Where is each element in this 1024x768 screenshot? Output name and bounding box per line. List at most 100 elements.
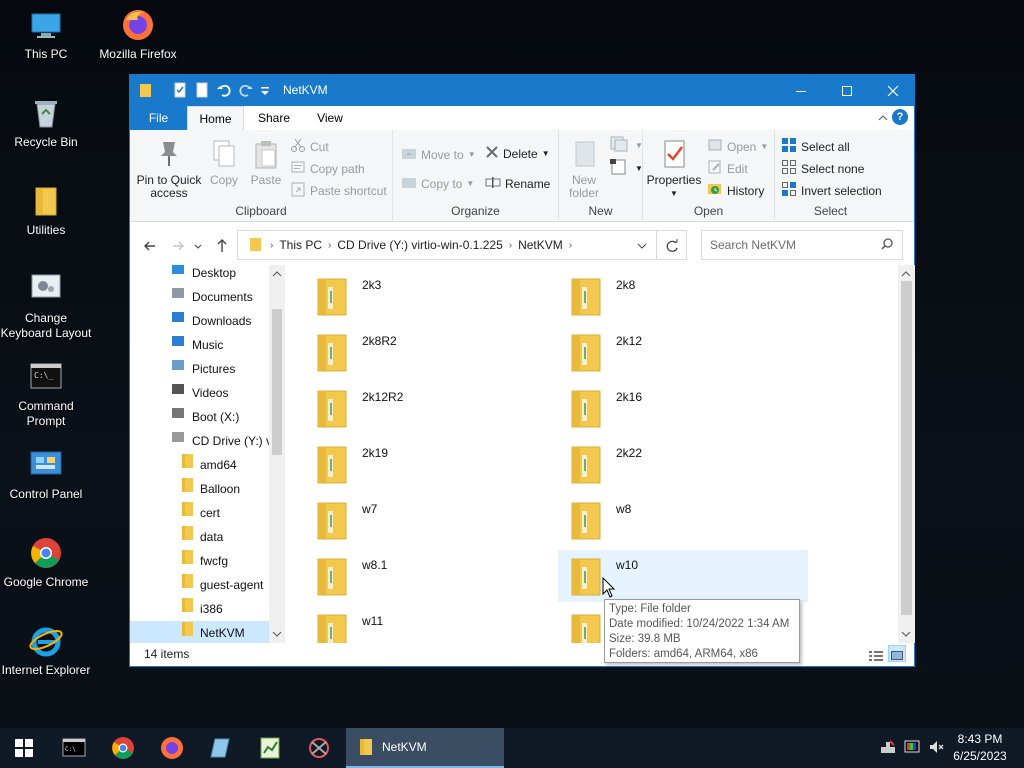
delete-button[interactable]: Delete ▼ xyxy=(485,145,550,162)
close-button[interactable] xyxy=(870,75,916,106)
taskbar-chrome[interactable] xyxy=(99,728,147,768)
nav-item[interactable]: Videos xyxy=(130,381,269,405)
desktop-icon-recycle-bin[interactable]: Recycle Bin xyxy=(0,96,92,150)
customize-qat-chevron-icon[interactable] xyxy=(260,82,270,98)
folder-tile[interactable]: 2k8R2 xyxy=(304,326,554,378)
cut-button[interactable]: Cut xyxy=(290,137,329,156)
navigation-pane-scrollbar[interactable] xyxy=(269,265,285,643)
address-history-button[interactable] xyxy=(627,230,657,260)
nav-item[interactable]: Desktop xyxy=(130,265,269,285)
folder-tile[interactable]: w7 xyxy=(304,494,554,546)
tab-view[interactable]: View xyxy=(304,106,356,130)
properties-button[interactable]: Properties ▼ xyxy=(645,138,703,200)
nav-item[interactable]: NetKVM xyxy=(130,621,269,643)
copy-to-button[interactable]: Copy to ▼ xyxy=(401,174,474,193)
scrollbar-thumb[interactable] xyxy=(272,309,282,455)
taskbar-task-manager[interactable] xyxy=(246,728,294,768)
move-to-button[interactable]: Move to ▼ xyxy=(401,145,476,164)
paste-button[interactable]: Paste xyxy=(247,138,285,187)
desktop-icon-firefox[interactable]: Mozilla Firefox xyxy=(92,8,184,62)
nav-item[interactable]: guest-agent xyxy=(130,573,269,597)
select-none-button[interactable]: Select none xyxy=(781,159,864,178)
folder-tile[interactable]: w8.1 xyxy=(304,550,554,602)
details-view-button[interactable] xyxy=(868,647,884,671)
nav-item[interactable]: Balloon xyxy=(130,477,269,501)
folder-tile[interactable]: 2k12 xyxy=(558,326,808,378)
new-item-button[interactable]: ▼ xyxy=(609,135,643,156)
history-button[interactable]: History xyxy=(707,181,764,200)
invert-selection-button[interactable]: Invert selection xyxy=(781,181,882,200)
maximize-button[interactable] xyxy=(824,75,870,106)
folder-tile[interactable]: w11 xyxy=(304,606,554,643)
properties-qat-icon[interactable] xyxy=(172,82,188,98)
nav-item[interactable]: i386 xyxy=(130,597,269,621)
pin-to-quick-access-button[interactable]: Pin to Quick access xyxy=(136,138,202,200)
nav-item[interactable]: Downloads xyxy=(130,309,269,333)
up-button[interactable] xyxy=(212,236,232,256)
start-button[interactable] xyxy=(0,728,48,768)
desktop-icon-keyboard-layout[interactable]: Change Keyboard Layout xyxy=(0,272,92,341)
breadcrumb-netkvm[interactable]: NetKVM xyxy=(518,238,563,252)
nav-item[interactable]: Boot (X:) xyxy=(130,405,269,429)
forward-button[interactable] xyxy=(168,236,188,256)
nav-item[interactable]: cert xyxy=(130,501,269,525)
recent-locations-button[interactable] xyxy=(192,236,204,256)
edit-button[interactable]: Edit xyxy=(707,159,748,178)
folder-tile[interactable]: w10 xyxy=(558,550,808,602)
desktop-icon-utilities[interactable]: Utilities xyxy=(0,184,92,238)
clock[interactable]: 8:43 PM 6/25/2023 xyxy=(946,731,1014,765)
refresh-button[interactable] xyxy=(657,230,687,260)
folder-tile[interactable]: 2k19 xyxy=(304,438,554,490)
new-folder-qat-icon[interactable] xyxy=(194,82,210,98)
open-button[interactable]: Open ▼ xyxy=(707,137,768,156)
scrollbar-thumb[interactable] xyxy=(901,281,912,615)
nav-item[interactable]: CD Drive (Y:) vi xyxy=(130,429,275,453)
folder-tile[interactable]: w8 xyxy=(558,494,808,546)
desktop-icon-chrome[interactable]: Google Chrome xyxy=(0,536,92,590)
easy-access-button[interactable]: ▼ xyxy=(609,158,643,179)
breadcrumb-this-pc[interactable]: This PC xyxy=(279,238,322,252)
back-button[interactable] xyxy=(140,236,160,256)
ribbon-collapse-chevron-icon[interactable] xyxy=(876,106,890,130)
title-bar[interactable]: NetKVM xyxy=(130,75,914,106)
minimize-button[interactable] xyxy=(778,75,824,106)
undo-icon[interactable] xyxy=(216,82,232,98)
folder-tile[interactable]: 2k12R2 xyxy=(304,382,554,434)
nav-item[interactable]: amd64 xyxy=(130,453,269,477)
tab-home[interactable]: Home xyxy=(187,106,244,130)
display-settings-icon[interactable] xyxy=(904,739,922,758)
nav-item[interactable]: fwcfg xyxy=(130,549,269,573)
file-list-scrollbar[interactable] xyxy=(898,265,915,643)
nav-item[interactable]: Documents xyxy=(130,285,269,309)
breadcrumb-cd-drive[interactable]: CD Drive (Y:) virtio-win-0.1.225 xyxy=(337,238,502,252)
taskbar-snipping-tool[interactable] xyxy=(295,728,343,768)
nav-item[interactable]: Music xyxy=(130,333,269,357)
paste-shortcut-button[interactable]: Paste shortcut xyxy=(290,181,387,200)
taskbar-explorer-netkvm[interactable]: NetKVM xyxy=(346,728,504,768)
large-icons-view-button[interactable] xyxy=(888,645,906,662)
folder-tile[interactable]: 2k16 xyxy=(558,382,808,434)
redo-icon[interactable] xyxy=(238,82,254,98)
taskbar-firefox[interactable] xyxy=(148,728,196,768)
tab-file[interactable]: File xyxy=(130,106,187,130)
taskbar-command-prompt[interactable]: C:\ xyxy=(50,728,98,768)
desktop-icon-this-pc[interactable]: This PC xyxy=(0,8,92,62)
rename-button[interactable]: Rename xyxy=(485,174,550,193)
tab-share[interactable]: Share xyxy=(244,106,304,130)
select-all-button[interactable]: Select all xyxy=(781,137,850,156)
folder-tile[interactable]: 2k3 xyxy=(304,270,554,322)
nav-item[interactable]: data xyxy=(130,525,269,549)
folder-tile[interactable]: 2k22 xyxy=(558,438,808,490)
network-icon[interactable] xyxy=(880,739,898,758)
address-bar[interactable]: › This PC › CD Drive (Y:) virtio-win-0.1… xyxy=(237,230,687,260)
desktop-icon-internet-explorer[interactable]: Internet Explorer xyxy=(0,624,92,678)
copy-button[interactable]: Copy xyxy=(205,138,243,187)
nav-item[interactable]: Pictures xyxy=(130,357,269,381)
desktop-icon-control-panel[interactable]: Control Panel xyxy=(0,448,92,502)
help-button[interactable]: ? xyxy=(892,109,908,125)
desktop-icon-command-prompt[interactable]: C:\_ Command Prompt xyxy=(0,360,92,429)
taskbar-file-explorer-app[interactable] xyxy=(197,728,245,768)
search-input[interactable]: Search NetKVM xyxy=(701,230,903,260)
volume-muted-icon[interactable] xyxy=(928,739,946,758)
folder-tile[interactable]: 2k8 xyxy=(558,270,808,322)
